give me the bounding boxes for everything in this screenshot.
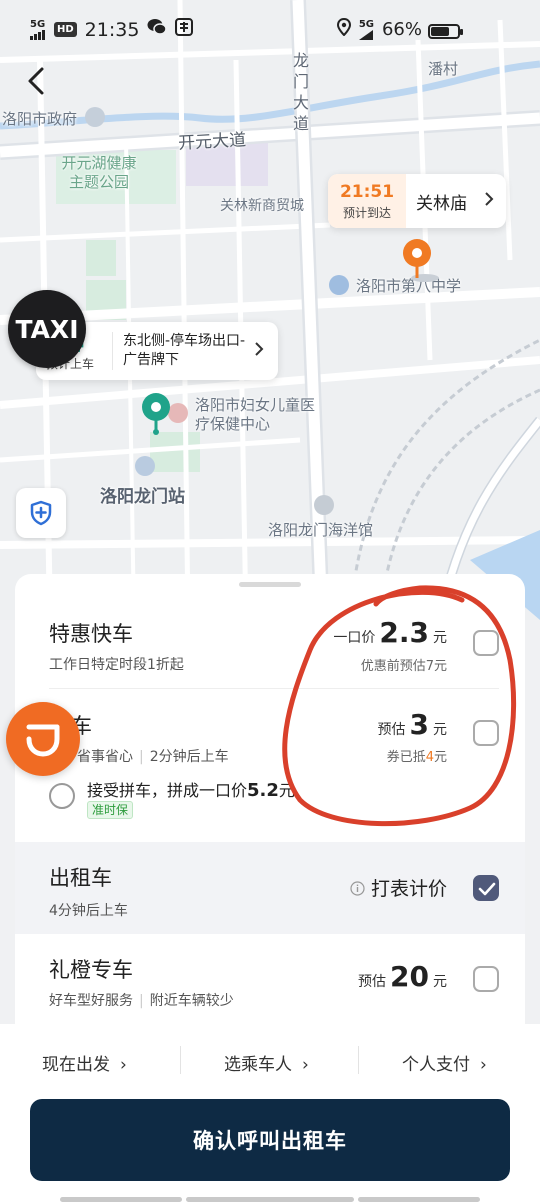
chevron-right-icon: › bbox=[120, 1055, 127, 1075]
map-label-longmen-avenue: 龙门大道 bbox=[292, 51, 309, 133]
battery-icon bbox=[428, 24, 463, 39]
ride-price: 一口价 2.3 元 bbox=[333, 616, 447, 649]
map-label-city-gov: 洛阳市政府 bbox=[2, 110, 78, 128]
status-time: 21:35 bbox=[84, 18, 140, 41]
meter-price: 打表计价 bbox=[350, 874, 447, 901]
destination-pin-icon bbox=[401, 238, 439, 284]
map-label-ocean-park: 洛阳龙门海洋馆 bbox=[268, 521, 374, 539]
location-icon bbox=[336, 17, 351, 41]
pickup-pin-icon bbox=[140, 392, 172, 436]
map-label-maternal-center: 洛阳市妇女儿童医疗保健中心 bbox=[195, 396, 316, 433]
ride-sub: 省事省心 | 2分钟后上车 bbox=[77, 749, 229, 765]
ride-name: 出租车 bbox=[49, 866, 112, 890]
ride-option-kuaiche[interactable]: 车 省事省心 | 2分钟后上车 预估 3 元 券已抵4元 接受拼车，拼成一口价5.2元 … bbox=[15, 688, 525, 842]
hd-icon: HD bbox=[54, 22, 77, 37]
eta-label: 预计到达 bbox=[342, 205, 391, 220]
home-indicator bbox=[358, 1197, 480, 1202]
carpool-text: 接受拼车，拼成一口价5.2元 bbox=[87, 780, 295, 801]
ride-checkbox[interactable] bbox=[473, 630, 499, 656]
bottom-bar: 现在出发 › 选乘车人 › 个人支付 › 确认呼叫出租车 bbox=[0, 1024, 540, 1204]
ride-option-taxi[interactable]: 出租车 4分钟后上车 打表计价 bbox=[15, 842, 525, 934]
ride-options-panel: 特惠快车 工作日特定时段1折起 一口价 2.3 元 优惠前预估7元 车 省事省心 | 2… bbox=[15, 574, 525, 1034]
taxi-logo-text: TAXI bbox=[15, 314, 79, 344]
carpool-tag: 准时保 bbox=[87, 801, 134, 819]
map-label-kaiyuan-avenue: 开元大道 bbox=[177, 130, 247, 154]
shield-icon bbox=[30, 500, 52, 526]
ride-option-tehui[interactable]: 特惠快车 工作日特定时段1折起 一口价 2.3 元 优惠前预估7元 bbox=[15, 594, 525, 688]
ride-note: 优惠前预估7元 bbox=[360, 659, 447, 674]
payment-option[interactable]: 个人支付 › bbox=[402, 1050, 487, 1075]
battery-percent: 66% bbox=[381, 19, 422, 40]
divider bbox=[180, 1046, 181, 1074]
chevron-right-icon: › bbox=[302, 1055, 309, 1075]
chevron-right-icon: › bbox=[480, 1055, 487, 1075]
app-notification-icon bbox=[175, 18, 194, 41]
ride-option-licheng[interactable]: 礼橙专车 好车型好服务 | 附近车辆较少 预估 20 元 bbox=[15, 934, 525, 1034]
ride-checkbox[interactable] bbox=[473, 720, 499, 746]
carpool-radio[interactable] bbox=[49, 783, 75, 809]
passenger-option[interactable]: 选乘车人 › bbox=[224, 1050, 309, 1075]
ride-price: 预估 3 元 bbox=[377, 708, 447, 741]
taxi-logo: TAXI bbox=[8, 290, 86, 368]
safety-shield-button[interactable] bbox=[16, 488, 66, 538]
ride-note: 券已抵4元 bbox=[386, 750, 447, 765]
map-label-guanlin-trade: 关林新商贸城 bbox=[220, 198, 304, 214]
departure-time-option[interactable]: 现在出发 › bbox=[42, 1050, 127, 1075]
map-view[interactable]: 潘村 龙门大道 洛阳市政府 开元大道 开元湖健康主题公园 关林新商贸城 洛阳市第… bbox=[0, 0, 540, 620]
ride-name: 礼橙专车 bbox=[49, 958, 133, 982]
ride-name: 特惠快车 bbox=[49, 622, 133, 646]
pickup-place: 东北侧-停车场出口-广告牌下 bbox=[112, 332, 254, 370]
check-icon bbox=[478, 882, 496, 896]
status-bar: 5G HD 21:35 5G 66% bbox=[0, 0, 540, 62]
eta-destination-bubble[interactable]: 21:51 预计到达 关林庙 bbox=[328, 174, 506, 228]
destination-name: 关林庙 bbox=[416, 193, 467, 214]
chevron-right-icon bbox=[484, 191, 506, 212]
ride-sub: 工作日特定时段1折起 bbox=[49, 657, 184, 673]
back-button[interactable] bbox=[26, 66, 62, 102]
ride-checkbox-checked[interactable] bbox=[473, 875, 499, 901]
drag-handle[interactable] bbox=[239, 582, 301, 587]
wechat-icon bbox=[147, 18, 168, 41]
eta-time: 21:51 bbox=[339, 181, 395, 202]
info-icon[interactable] bbox=[350, 881, 365, 896]
ride-price: 预估 20 元 bbox=[358, 960, 447, 993]
didi-logo bbox=[6, 702, 80, 776]
ride-checkbox[interactable] bbox=[473, 966, 499, 992]
chevron-right-icon bbox=[254, 341, 278, 362]
divider bbox=[358, 1046, 359, 1074]
confirm-call-taxi-button[interactable]: 确认呼叫出租车 bbox=[30, 1099, 510, 1181]
chevron-left-icon bbox=[28, 67, 44, 95]
home-indicator bbox=[60, 1197, 182, 1202]
cellular-signal-2-icon: 5G bbox=[358, 19, 374, 40]
map-label-kaiyuan-park: 开元湖健康主题公园 bbox=[61, 154, 137, 191]
cellular-signal-icon: 5G bbox=[30, 19, 46, 40]
ride-sub: 4分钟后上车 bbox=[49, 903, 128, 919]
ride-sub: 好车型好服务 | 附近车辆较少 bbox=[49, 993, 234, 1009]
home-indicator bbox=[186, 1197, 354, 1202]
map-label-longmen-station: 洛阳龙门站 bbox=[100, 487, 185, 507]
didi-logo-icon bbox=[26, 724, 60, 757]
